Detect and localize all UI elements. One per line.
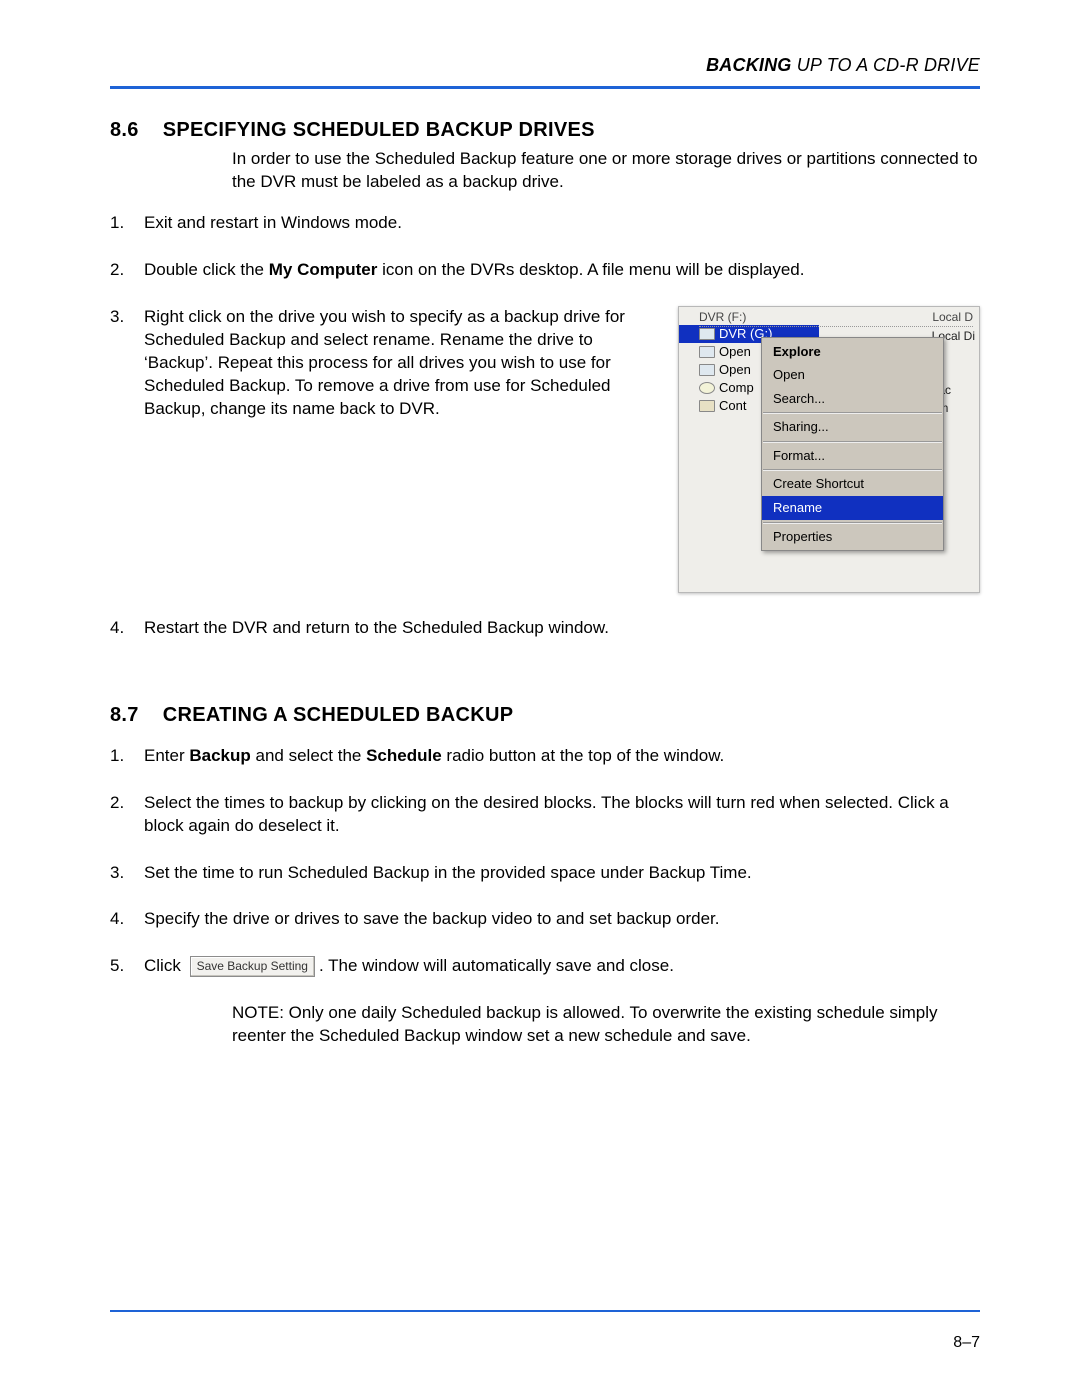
step-5: 5. Click Save Backup Setting. The window… [110, 955, 980, 978]
header-rest: UP TO A CD-R DRIVE [792, 55, 981, 75]
section-title: SPECIFYING SCHEDULED BACKUP DRIVES [163, 119, 595, 142]
page-number: 8–7 [110, 1334, 980, 1352]
drive-icon [699, 346, 715, 358]
menu-item-explore[interactable]: Explore [762, 340, 943, 364]
header-rule [110, 86, 980, 89]
section-number: 8.6 [110, 119, 139, 142]
running-header: BACKING UP TO A CD-R DRIVE [110, 55, 980, 76]
step-1: 1. Exit and restart in Windows mode. [110, 212, 980, 235]
context-menu-figure: DVR (F:) Local D DVR (G:) Open Open Comp… [678, 306, 980, 593]
section-title: CREATING A SCHEDULED BACKUP [163, 704, 514, 727]
menu-separator [763, 469, 942, 470]
document-page: BACKING UP TO A CD-R DRIVE 8.6 SPECIFYIN… [0, 0, 1080, 1397]
menu-item-create-shortcut[interactable]: Create Shortcut [762, 472, 943, 496]
footer-rule [110, 1310, 980, 1312]
note-text: NOTE: Only one daily Scheduled backup is… [232, 1002, 980, 1048]
step-2: 2. Select the times to backup by clickin… [110, 792, 980, 838]
header-bold: BACKING [706, 55, 791, 75]
menu-item-search[interactable]: Search... [762, 387, 943, 411]
section-8-7-steps: 1. Enter Backup and select the Schedule … [110, 745, 980, 979]
cd-icon [699, 382, 715, 394]
menu-item-properties[interactable]: Properties [762, 525, 943, 549]
step-4: 4. Specify the drive or drives to save t… [110, 908, 980, 931]
menu-item-rename[interactable]: Rename [762, 496, 943, 520]
step-2: 2. Double click the My Computer icon on … [110, 259, 980, 282]
section-number: 8.7 [110, 704, 139, 727]
menu-separator [763, 441, 942, 442]
drive-icon [699, 364, 715, 376]
step-3: 3. Set the time to run Scheduled Backup … [110, 862, 980, 885]
step-4: 4. Restart the DVR and return to the Sch… [110, 617, 980, 640]
menu-item-format[interactable]: Format... [762, 444, 943, 468]
control-panel-icon [699, 400, 715, 412]
menu-item-sharing[interactable]: Sharing... [762, 415, 943, 439]
section-intro: In order to use the Scheduled Backup fea… [232, 148, 980, 194]
step-3: 3. Right click on the drive you wish to … [110, 306, 980, 593]
section-heading-8-7: 8.7 CREATING A SCHEDULED BACKUP [110, 704, 980, 727]
menu-separator [763, 412, 942, 413]
step-1: 1. Enter Backup and select the Schedule … [110, 745, 980, 768]
menu-item-open[interactable]: Open [762, 363, 943, 387]
section-heading-8-6: 8.6 SPECIFYING SCHEDULED BACKUP DRIVES [110, 119, 980, 142]
menu-separator [763, 522, 942, 523]
right-click-menu: Explore Open Search... Sharing... Format… [761, 337, 944, 551]
footer: 8–7 [110, 1310, 980, 1352]
drive-icon [699, 328, 715, 340]
save-backup-setting-button[interactable]: Save Backup Setting [190, 956, 315, 977]
section-8-6-steps: 1. Exit and restart in Windows mode. 2. … [110, 212, 980, 640]
